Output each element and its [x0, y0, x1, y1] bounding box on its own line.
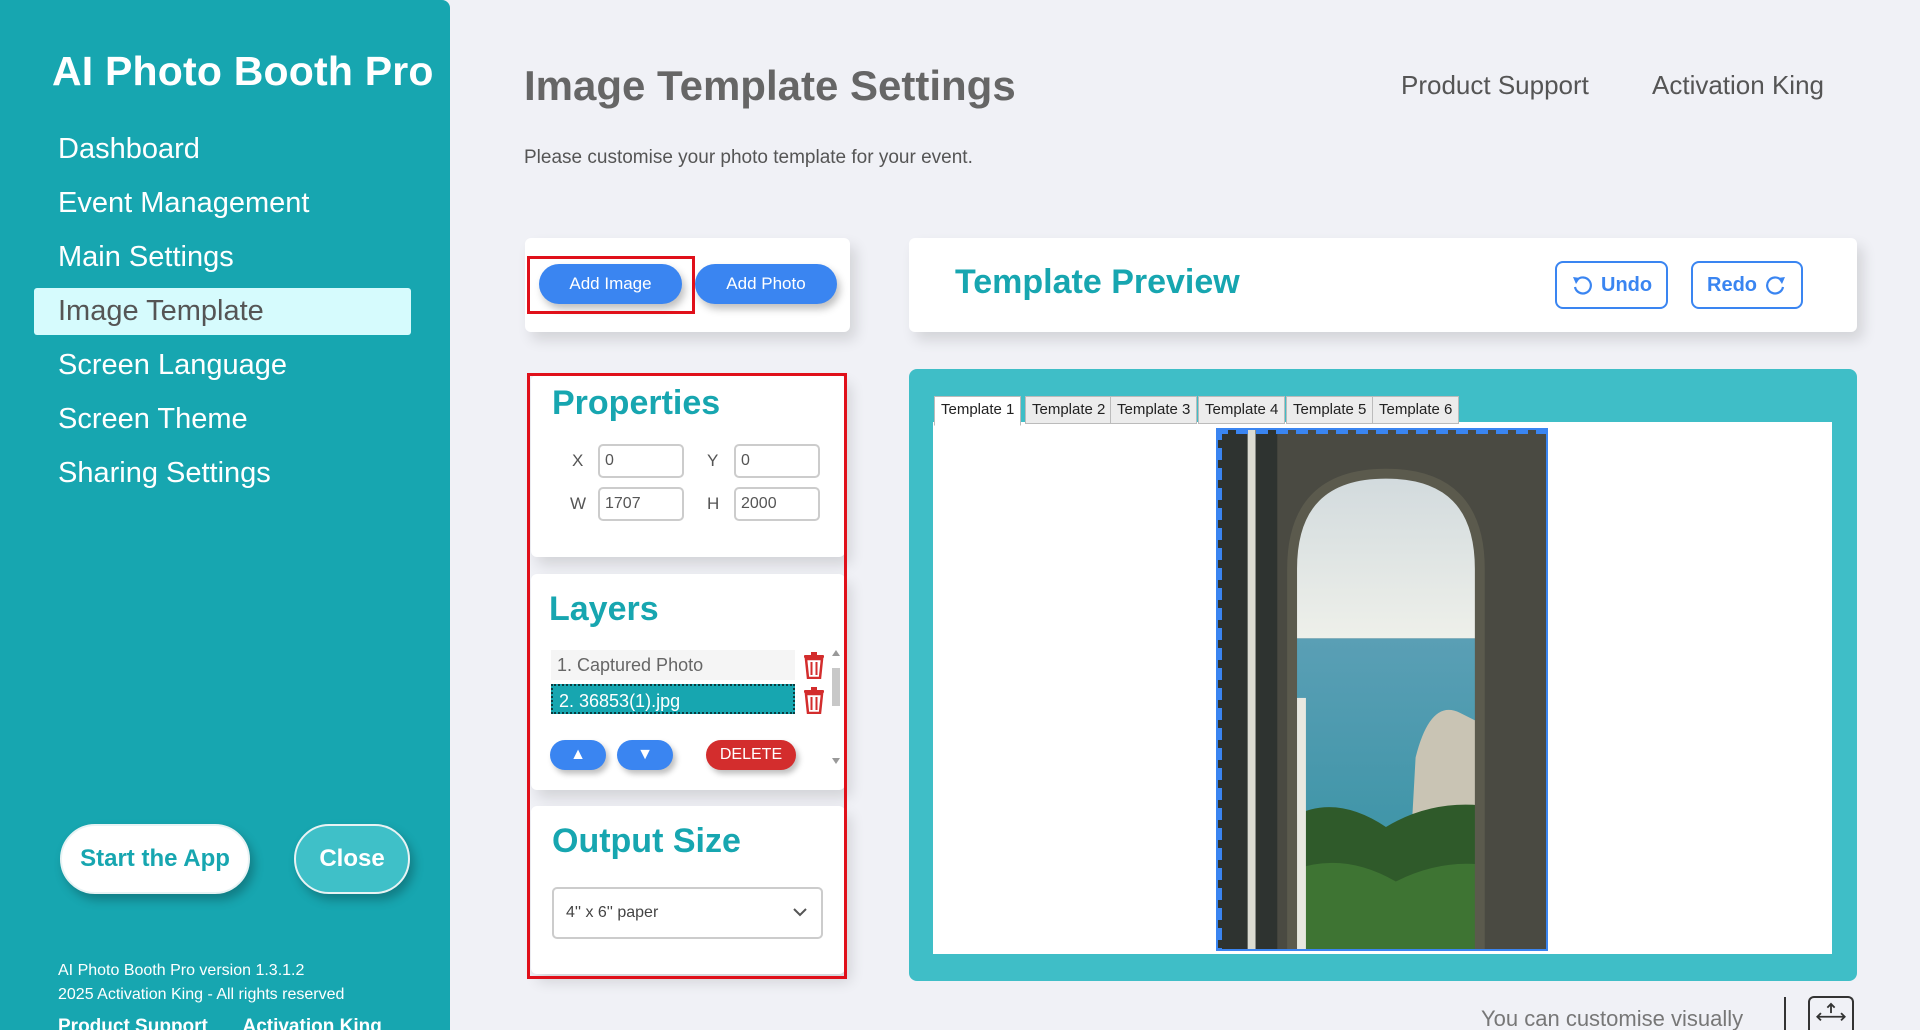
layers-scrollbar[interactable] [830, 648, 842, 766]
w-label: W [570, 494, 587, 513]
sidebar-nav: Dashboard Event Management Main Settings… [34, 126, 411, 504]
layer-item-image[interactable]: 2. 36853(1).jpg [551, 684, 795, 714]
add-photo-button[interactable]: Add Photo [695, 264, 837, 304]
sidebar-item-screen-theme[interactable]: Screen Theme [34, 396, 411, 443]
move-up-button[interactable]: ▲ [550, 740, 606, 770]
layers-title: Layers [549, 590, 659, 628]
footer-links: Product Support Activation King [58, 1016, 412, 1030]
tab-template-4[interactable]: Template 4 [1198, 396, 1286, 424]
tab-template-1[interactable]: Template 1 [934, 396, 1022, 426]
tab-template-3[interactable]: Template 3 [1110, 396, 1198, 424]
product-support-link[interactable]: Product Support [1401, 70, 1589, 101]
sidebar-item-event-management[interactable]: Event Management [34, 180, 411, 227]
undo-button[interactable]: Undo [1555, 261, 1669, 309]
output-size-value: 4'' x 6'' paper [566, 904, 659, 921]
fit-view-button[interactable] [1808, 996, 1854, 1030]
expand-arrows-icon [1816, 1002, 1846, 1022]
app-title: AI Photo Booth Pro [52, 48, 434, 94]
trash-icon[interactable] [803, 686, 825, 714]
x-label: X [572, 451, 584, 470]
y-input[interactable] [734, 444, 820, 478]
customise-hint: You can customise visually [1481, 1006, 1744, 1030]
close-button[interactable]: Close [294, 824, 410, 894]
sidebar-item-main-settings[interactable]: Main Settings [34, 234, 411, 281]
activation-king-link[interactable]: Activation King [1652, 70, 1824, 101]
redo-button[interactable]: Redo [1691, 261, 1803, 309]
hint-divider [1784, 997, 1786, 1030]
template-image-arch-sea[interactable] [1216, 428, 1548, 951]
template-preview-title: Template Preview [955, 263, 1240, 301]
footer-link-activation-king[interactable]: Activation King [242, 1016, 381, 1030]
page-subtitle: Please customise your photo template for… [524, 147, 973, 168]
undo-label: Undo [1601, 273, 1653, 296]
x-input[interactable] [598, 444, 684, 478]
layer-item-captured-photo[interactable]: 1. Captured Photo [551, 650, 795, 680]
trash-icon[interactable] [803, 651, 825, 679]
redo-icon [1766, 276, 1785, 295]
sidebar-item-image-template[interactable]: Image Template [34, 288, 411, 335]
move-down-button[interactable]: ▼ [617, 740, 673, 770]
delete-layer-button[interactable]: DELETE [706, 740, 796, 770]
redo-label: Redo [1707, 273, 1757, 296]
sidebar-item-dashboard[interactable]: Dashboard [34, 126, 411, 173]
tab-template-2[interactable]: Template 2 [1025, 396, 1113, 424]
h-label: H [707, 494, 720, 513]
sidebar: AI Photo Booth Pro Dashboard Event Manag… [0, 0, 450, 1030]
tab-template-6[interactable]: Template 6 [1372, 396, 1460, 424]
y-label: Y [707, 451, 719, 470]
output-size-select[interactable]: 4'' x 6'' paper [552, 887, 823, 939]
output-size-title: Output Size [552, 822, 741, 860]
undo-icon [1573, 276, 1592, 295]
add-image-button[interactable]: Add Image [539, 264, 682, 304]
page-title: Image Template Settings [524, 62, 1016, 109]
sidebar-item-screen-language[interactable]: Screen Language [34, 342, 411, 389]
footer-link-support[interactable]: Product Support [58, 1016, 208, 1030]
copyright-text: 2025 Activation King - All rights reserv… [58, 986, 345, 1003]
properties-title: Properties [552, 384, 721, 422]
sidebar-item-sharing-settings[interactable]: Sharing Settings [34, 450, 411, 497]
start-app-button[interactable]: Start the App [60, 824, 250, 894]
version-text: AI Photo Booth Pro version 1.3.1.2 [58, 962, 305, 979]
h-input[interactable] [734, 487, 820, 521]
chevron-down-icon [793, 908, 807, 917]
w-input[interactable] [598, 487, 684, 521]
tab-template-5[interactable]: Template 5 [1286, 396, 1374, 424]
